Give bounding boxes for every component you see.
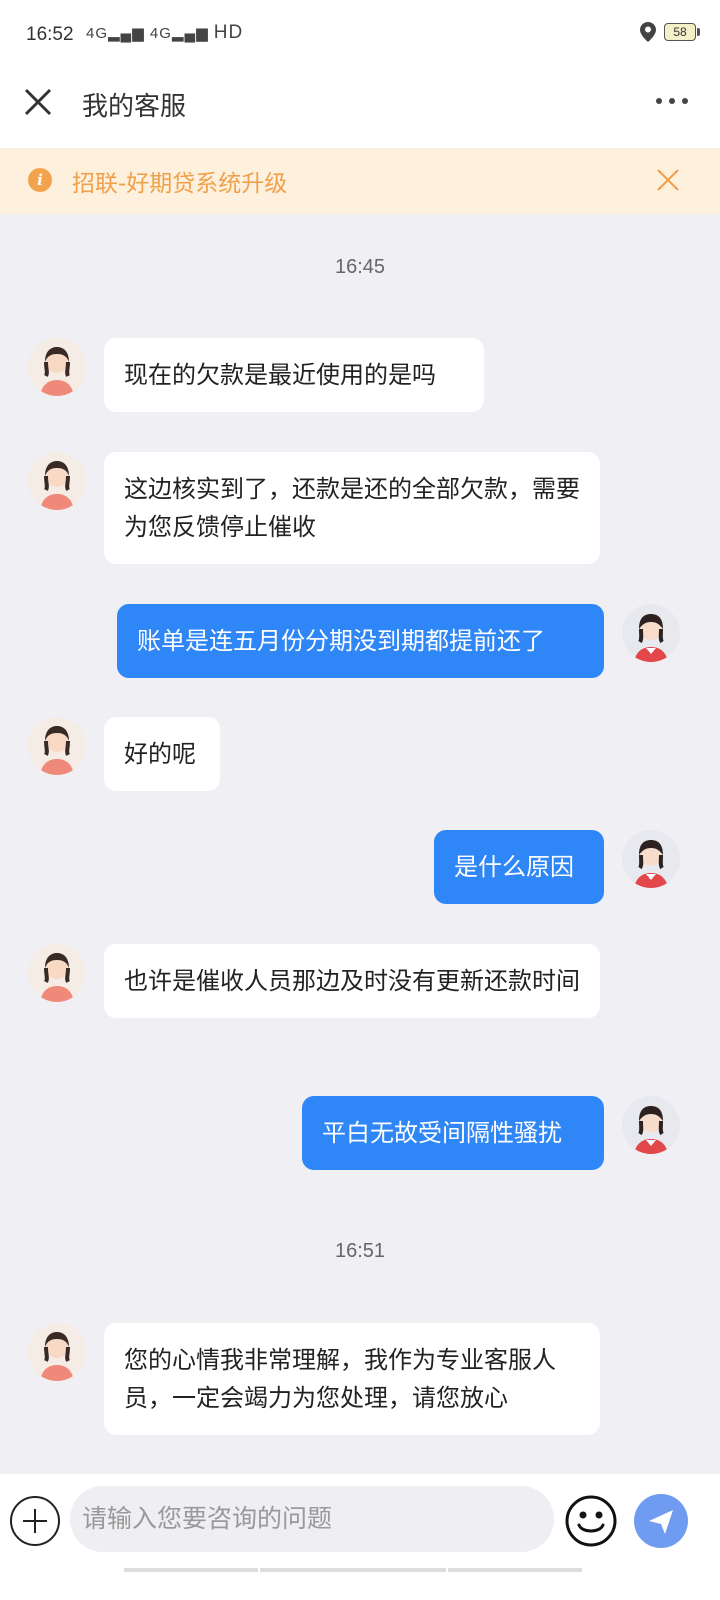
user-avatar bbox=[622, 1096, 680, 1154]
status-time: 16:52 bbox=[26, 24, 74, 45]
battery-icon: 58 bbox=[664, 23, 700, 41]
chat-bubble-user: 平白无故受间隔性骚扰 bbox=[302, 1096, 604, 1170]
send-button[interactable] bbox=[634, 1494, 688, 1548]
network-label: 4G bbox=[86, 25, 109, 42]
info-icon: i bbox=[28, 168, 52, 192]
hd-label: HD bbox=[213, 22, 244, 43]
input-bar: 请输入您要咨询的问题 bbox=[0, 1474, 720, 1568]
chat-bubble-agent: 也许是催收人员那边及时没有更新还款时间 bbox=[104, 944, 600, 1018]
more-icon[interactable] bbox=[656, 98, 688, 104]
chat-bubble-agent: 现在的欠款是最近使用的是吗 bbox=[104, 338, 484, 412]
page-title: 我的客服 bbox=[82, 92, 187, 122]
location-icon bbox=[640, 22, 656, 42]
add-icon[interactable] bbox=[10, 1496, 60, 1546]
chat-bubble-agent: 好的呢 bbox=[104, 717, 220, 791]
agent-avatar bbox=[28, 452, 86, 510]
close-icon[interactable] bbox=[22, 86, 54, 118]
agent-avatar bbox=[28, 944, 86, 1002]
agent-avatar bbox=[28, 338, 86, 396]
timestamp: 16:45 bbox=[334, 256, 386, 278]
chat-bubble-agent: 您的心情我非常理解，我作为专业客服人员，一定会竭力为您处理，请您放心 bbox=[104, 1323, 600, 1435]
signal-icon: 4G▂▄▆ 4G▂▄▆ HD bbox=[86, 22, 244, 43]
user-avatar bbox=[622, 830, 680, 888]
notice-text[interactable]: 招联-好期贷系统升级 bbox=[72, 164, 287, 198]
chat-bubble-user: 是什么原因 bbox=[434, 830, 604, 904]
network-label-2: 4G bbox=[149, 25, 172, 42]
notice-close-icon[interactable] bbox=[656, 168, 680, 192]
agent-avatar bbox=[28, 1323, 86, 1381]
chat-bubble-agent: 这边核实到了，还款是还的全部欠款，需要为您反馈停止催收 bbox=[104, 452, 600, 564]
chat-bubble-user: 账单是连五月份分期没到期都提前还了 bbox=[117, 604, 604, 678]
status-bar: 16:52 4G▂▄▆ 4G▂▄▆ HD 58 bbox=[0, 0, 720, 70]
emoji-icon[interactable] bbox=[564, 1494, 618, 1548]
header: 我的客服 bbox=[0, 70, 720, 148]
notice-banner[interactable]: i 招联-好期贷系统升级 bbox=[0, 148, 720, 214]
status-right: 58 bbox=[640, 22, 700, 42]
timestamp: 16:51 bbox=[334, 1240, 386, 1262]
agent-avatar bbox=[28, 717, 86, 775]
message-input[interactable]: 请输入您要咨询的问题 bbox=[70, 1486, 554, 1552]
send-icon bbox=[649, 1510, 673, 1534]
user-avatar bbox=[622, 604, 680, 662]
bottom-menu-strip bbox=[0, 1568, 720, 1600]
